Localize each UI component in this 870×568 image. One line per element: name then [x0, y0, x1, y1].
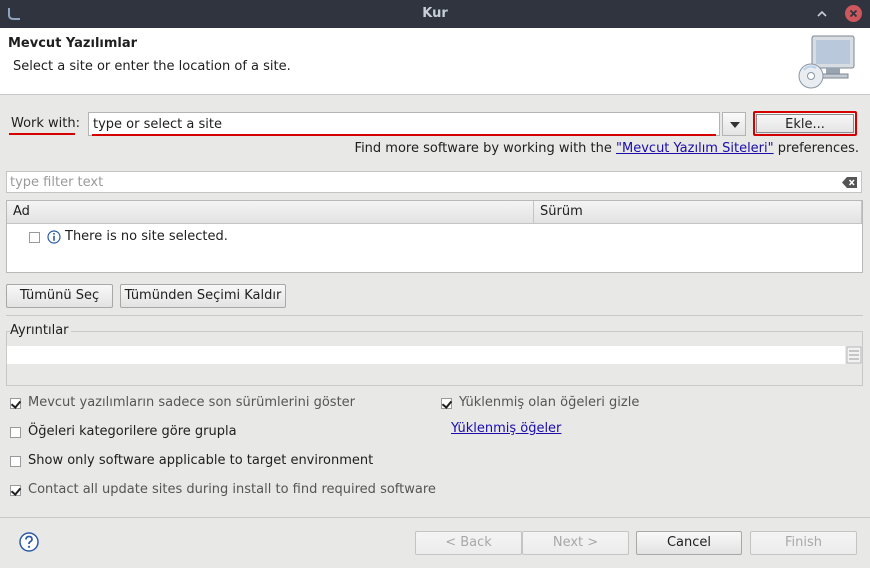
software-table[interactable]: Ad Sürüm There is no site selected. [6, 200, 863, 273]
highlight-underline [92, 134, 716, 136]
divider [0, 517, 870, 518]
latest-versions-checkbox[interactable] [10, 398, 21, 409]
finish-button[interactable]: Finish [750, 531, 857, 555]
page-title: Mevcut Yazılımlar [8, 36, 138, 51]
group-by-category-checkbox[interactable] [10, 427, 21, 438]
target-environment-label: Show only software applicable to target … [28, 453, 374, 468]
hide-installed-checkbox[interactable] [441, 398, 452, 409]
hide-installed-label: Yüklenmiş olan öğeleri gizle [459, 395, 640, 410]
work-with-combo[interactable]: type or select a site [88, 112, 720, 136]
details-scroll-icon[interactable] [846, 346, 862, 364]
work-with-input[interactable]: type or select a site [93, 117, 222, 132]
finish-label: Finish [784, 535, 822, 550]
details-label: Ayrıntılar [10, 323, 71, 338]
group-by-category-label: Öğeleri kategorilere göre grupla [28, 424, 237, 439]
select-all-button[interactable]: Tümünü Seç [6, 284, 113, 308]
contact-update-sites-label: Contact all update sites during install … [28, 482, 436, 497]
back-button[interactable]: < Back [415, 531, 522, 555]
close-button[interactable] [845, 5, 862, 22]
divider [6, 315, 863, 316]
close-icon [849, 9, 858, 18]
chevron-down-icon [730, 122, 740, 128]
contact-update-sites-checkbox[interactable] [10, 485, 21, 496]
highlight-underline [9, 133, 75, 135]
select-all-label: Tümünü Seç [19, 288, 100, 303]
back-label: < Back [445, 535, 492, 550]
find-more-prefix: Find more software by working with the [354, 141, 617, 156]
next-button[interactable]: Next > [522, 531, 629, 555]
clear-filter-icon[interactable] [842, 176, 858, 189]
add-site-button-label: Ekle... [756, 114, 854, 133]
column-header-name[interactable]: Ad [7, 201, 534, 224]
no-site-message: There is no site selected. [65, 229, 228, 244]
window-title: Kur [422, 6, 448, 21]
installed-items-link[interactable]: Yüklenmiş öğeler [451, 421, 561, 436]
title-bar: Kur [0, 0, 870, 28]
cancel-label: Cancel [666, 535, 712, 550]
next-label: Next > [552, 535, 599, 550]
target-environment-checkbox[interactable] [10, 456, 21, 467]
find-more-text: Find more software by working with the "… [355, 141, 859, 156]
row-checkbox[interactable] [29, 232, 40, 243]
deselect-all-label: Tümünden Seçimi Kaldır [124, 288, 282, 303]
work-with-label-text: Work with: [11, 116, 81, 131]
latest-versions-label: Mevcut yazılımların sadece son sürümleri… [28, 395, 356, 410]
page-description: Select a site or enter the location of a… [13, 59, 291, 74]
filter-placeholder: type filter text [10, 175, 104, 190]
column-header-version[interactable]: Sürüm [534, 201, 862, 224]
help-icon[interactable] [19, 532, 39, 552]
available-sites-link[interactable]: "Mevcut Yazılım Siteleri" [616, 141, 774, 156]
install-software-icon [798, 35, 855, 89]
info-icon [47, 230, 61, 244]
find-more-suffix: preferences. [773, 141, 859, 156]
work-with-dropdown-button[interactable] [722, 112, 746, 136]
restore-icon[interactable] [814, 6, 830, 22]
cancel-button[interactable]: Cancel [636, 531, 742, 555]
filter-input[interactable]: type filter text [6, 171, 862, 193]
add-site-button[interactable]: Ekle... [753, 111, 857, 136]
deselect-all-button[interactable]: Tümünden Seçimi Kaldır [120, 284, 286, 308]
wizard-header: Mevcut Yazılımlar Select a site or enter… [0, 28, 870, 95]
details-text-area[interactable] [7, 346, 845, 364]
work-with-label: Work with: [9, 116, 81, 135]
